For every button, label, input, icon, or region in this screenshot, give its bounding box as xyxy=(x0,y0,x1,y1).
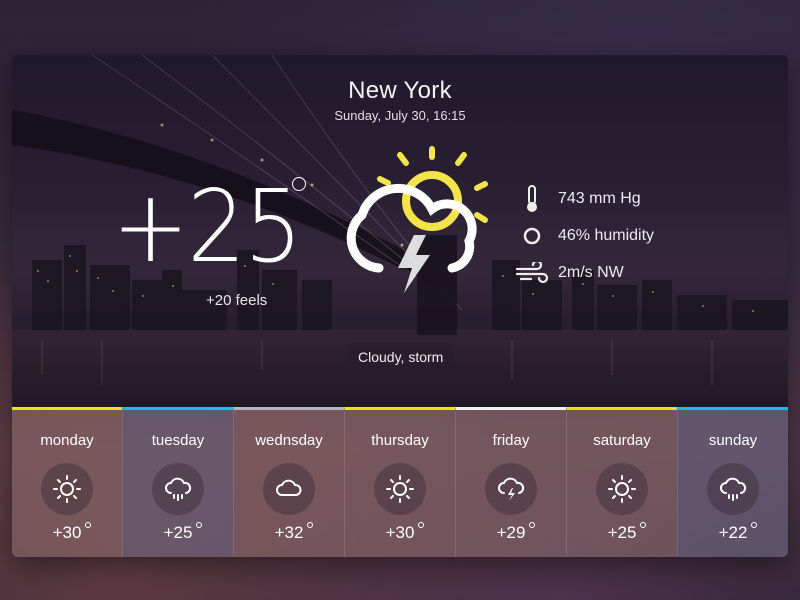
weather-stats: 743 mm Hg 46% humidity 2m/s NW xyxy=(512,180,752,291)
rain-cloud-icon xyxy=(152,463,204,515)
forecast-day-tuesday[interactable]: tuesday +25 xyxy=(122,407,233,557)
day-temperature: +30 xyxy=(53,522,92,543)
condition-label: Cloudy, storm xyxy=(348,343,454,371)
forecast-day-saturday[interactable]: saturday +25 xyxy=(566,407,677,557)
current-temperature: +25 xyxy=(112,168,302,285)
forecast-day-wednsday[interactable]: wednsday +32 xyxy=(233,407,344,557)
wind-icon xyxy=(512,259,552,287)
degree-symbol xyxy=(292,177,306,191)
sun-icon xyxy=(41,463,93,515)
forecast-day-friday[interactable]: friday +29 xyxy=(455,407,566,557)
feels-like: +20 feels xyxy=(206,292,268,309)
weather-widget: New York Sunday, July 30, 16:15 +25 +20 … xyxy=(12,55,788,557)
wind-value: 2m/s NW xyxy=(558,263,624,281)
rain-cloud-icon xyxy=(707,463,759,515)
day-temperature: +30 xyxy=(386,522,425,543)
current-temperature-block: +25 +20 feels xyxy=(112,177,312,327)
city-name: New York xyxy=(348,77,452,104)
wind-row: 2m/s NW xyxy=(512,254,752,291)
day-name: thursday xyxy=(371,432,429,449)
humidity-row: 46% humidity xyxy=(512,217,752,254)
humidity-value: 46% humidity xyxy=(558,226,655,244)
cloud-icon xyxy=(263,463,315,515)
storm-cloud-icon xyxy=(485,463,537,515)
day-temperature: +22 xyxy=(719,522,758,543)
day-temperature: +25 xyxy=(608,522,647,543)
day-name: wednsday xyxy=(255,432,323,449)
day-temperature: +32 xyxy=(275,522,314,543)
humidity-icon xyxy=(512,222,552,250)
day-temperature: +25 xyxy=(164,522,203,543)
weekly-forecast: monday +30 tuesday +25 wednsday +32 thur… xyxy=(12,407,788,557)
pressure-value: 743 mm Hg xyxy=(558,189,641,207)
day-name: monday xyxy=(40,432,94,449)
day-name: sunday xyxy=(708,432,758,449)
day-name: saturday xyxy=(593,432,651,449)
thermometer-icon xyxy=(512,184,552,213)
sun-icon xyxy=(596,463,648,515)
sun-cloud-storm-icon xyxy=(346,146,488,293)
sun-icon xyxy=(374,463,426,515)
forecast-day-thursday[interactable]: thursday +30 xyxy=(344,407,455,557)
day-temperature: +29 xyxy=(497,522,536,543)
day-name: friday xyxy=(492,432,530,449)
pressure-row: 743 mm Hg xyxy=(512,180,752,217)
forecast-day-monday[interactable]: monday +30 xyxy=(12,407,122,557)
date-time: Sunday, July 30, 16:15 xyxy=(334,108,466,123)
forecast-day-sunday[interactable]: sunday +22 xyxy=(677,407,788,557)
day-name: tuesday xyxy=(151,432,205,449)
hero-panel: New York Sunday, July 30, 16:15 +25 +20 … xyxy=(12,55,788,407)
